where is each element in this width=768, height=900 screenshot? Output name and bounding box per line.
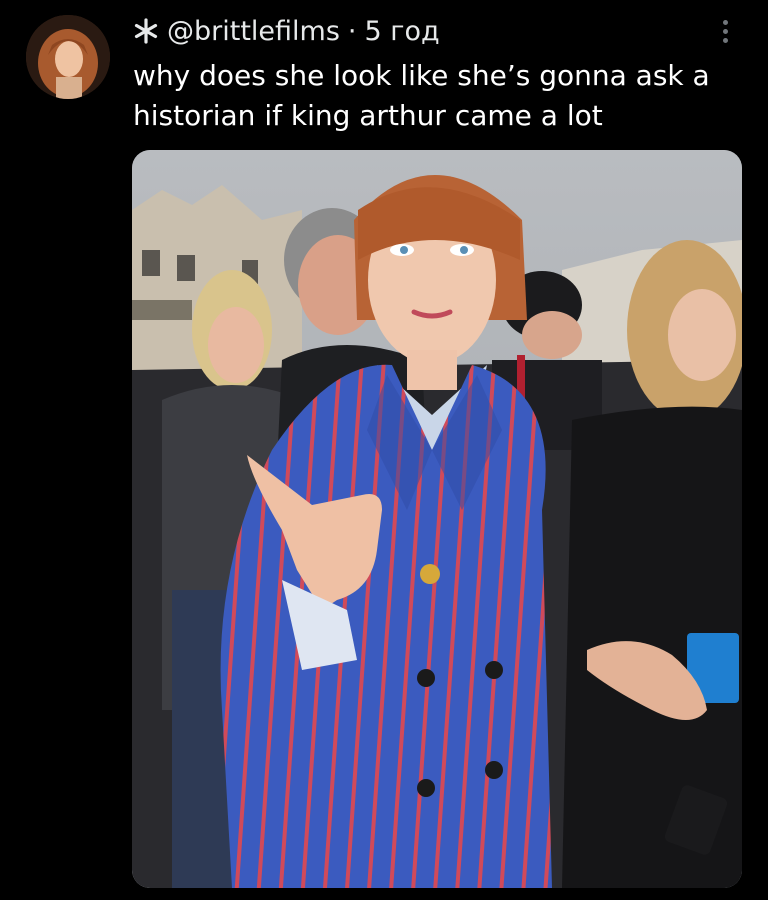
separator-dot: · xyxy=(347,15,357,47)
author-handle[interactable]: @brittlefilms xyxy=(167,16,340,47)
timestamp[interactable]: 5 год xyxy=(365,16,440,47)
post: @brittlefilms · 5 год why does she look … xyxy=(0,0,768,900)
photo-illustration xyxy=(132,150,742,888)
vertical-ellipsis-icon[interactable] xyxy=(713,16,737,50)
post-photo[interactable] xyxy=(132,150,742,888)
post-header: @brittlefilms · 5 год xyxy=(133,10,440,52)
avatar[interactable] xyxy=(26,15,110,99)
avatar-image xyxy=(26,15,110,99)
asterisk-star-icon xyxy=(134,18,158,44)
post-text: why does she look like she’s gonna ask a… xyxy=(133,59,710,132)
